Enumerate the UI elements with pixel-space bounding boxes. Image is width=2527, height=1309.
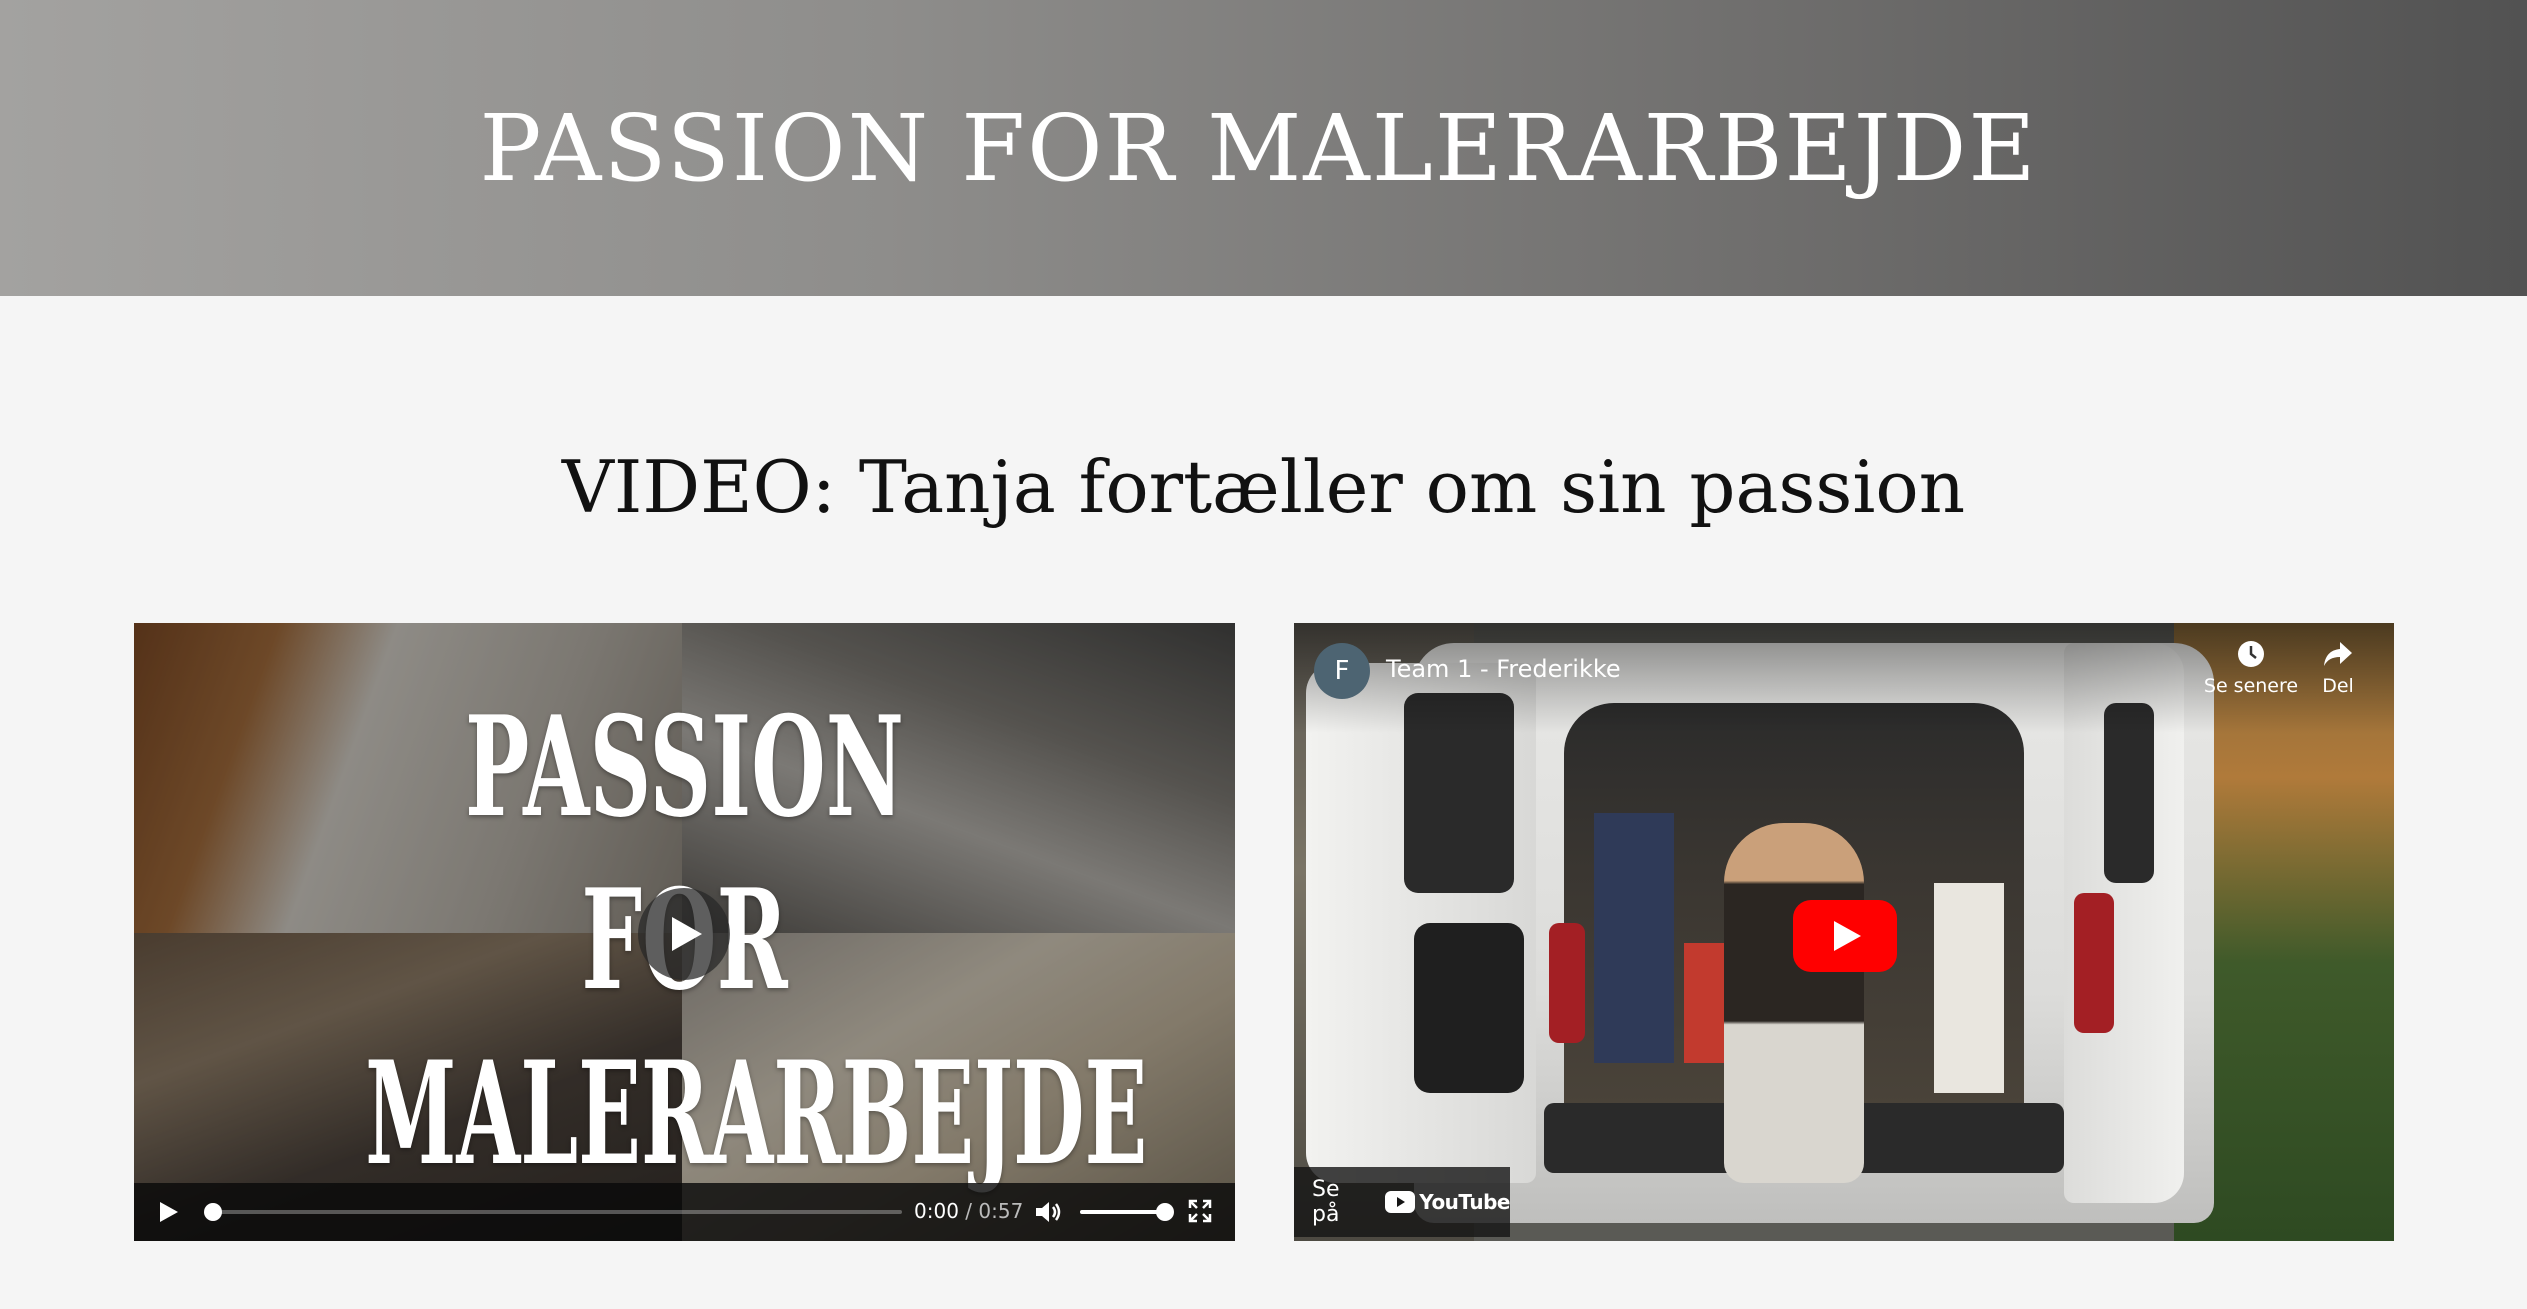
- video-controls: 0:00 / 0:57: [134, 1183, 1235, 1241]
- duration: 0:57: [978, 1199, 1024, 1223]
- van-image: [2074, 893, 2114, 1033]
- big-play-button[interactable]: [638, 888, 730, 980]
- volume-handle[interactable]: [1156, 1203, 1174, 1221]
- share-button[interactable]: Del: [2298, 639, 2378, 697]
- youtube-play-button[interactable]: [1793, 900, 1897, 972]
- seek-handle[interactable]: [204, 1203, 222, 1221]
- channel-avatar[interactable]: F: [1314, 643, 1370, 699]
- seek-bar[interactable]: [212, 1210, 902, 1214]
- watch-later-button[interactable]: Se senere: [2196, 639, 2306, 697]
- thumbnail-title-line: PASSION: [465, 685, 904, 848]
- mute-button[interactable]: [1034, 1199, 1064, 1229]
- youtube-embed[interactable]: F Team 1 - Frederikke Se senere Del Se p…: [1294, 623, 2394, 1241]
- video-title-link[interactable]: Team 1 - Frederikke: [1386, 655, 1621, 683]
- share-label: Del: [2322, 675, 2354, 697]
- van-image: [1549, 923, 1585, 1043]
- volume-icon: [1036, 1202, 1061, 1222]
- fullscreen-button[interactable]: [1188, 1199, 1212, 1227]
- current-time: 0:00: [914, 1199, 959, 1223]
- watch-on-label: Se på: [1312, 1177, 1340, 1227]
- person-image: [1724, 823, 1864, 1183]
- thumbnail-title-line: MALERARBEJDE: [365, 1031, 1148, 1197]
- youtube-logo: YouTube: [1385, 1190, 1510, 1214]
- watch-later-label: Se senere: [2203, 675, 2299, 697]
- share-icon: [2324, 642, 2352, 666]
- van-image: [1414, 923, 1524, 1093]
- play-icon: [160, 1202, 178, 1222]
- van-image: [1594, 813, 1674, 1063]
- youtube-logo-icon: [1385, 1191, 1416, 1213]
- clock-icon: [2238, 641, 2264, 667]
- youtube-logo-text: YouTube: [1419, 1190, 1510, 1214]
- fullscreen-icon: [1188, 1199, 1212, 1223]
- volume-slider[interactable]: [1080, 1210, 1166, 1214]
- youtube-play-icon: [1793, 900, 1897, 972]
- video-player[interactable]: PASSION FOR MALERARBEJDE 0:00 / 0:57: [134, 623, 1235, 1241]
- play-button[interactable]: [158, 1200, 180, 1228]
- time-separator: /: [965, 1199, 973, 1223]
- time-display: 0:00 / 0:57: [914, 1199, 1023, 1223]
- watch-on-youtube-button[interactable]: Se på YouTube: [1294, 1167, 1510, 1237]
- play-icon: [672, 917, 702, 951]
- hero-title: PASSION FOR MALERARBEJDE: [479, 94, 2038, 202]
- van-image: [1934, 883, 2004, 1093]
- section-title: VIDEO: Tanja fortæller om sin passion: [561, 445, 1966, 529]
- hero-banner: PASSION FOR MALERARBEJDE: [0, 0, 2527, 296]
